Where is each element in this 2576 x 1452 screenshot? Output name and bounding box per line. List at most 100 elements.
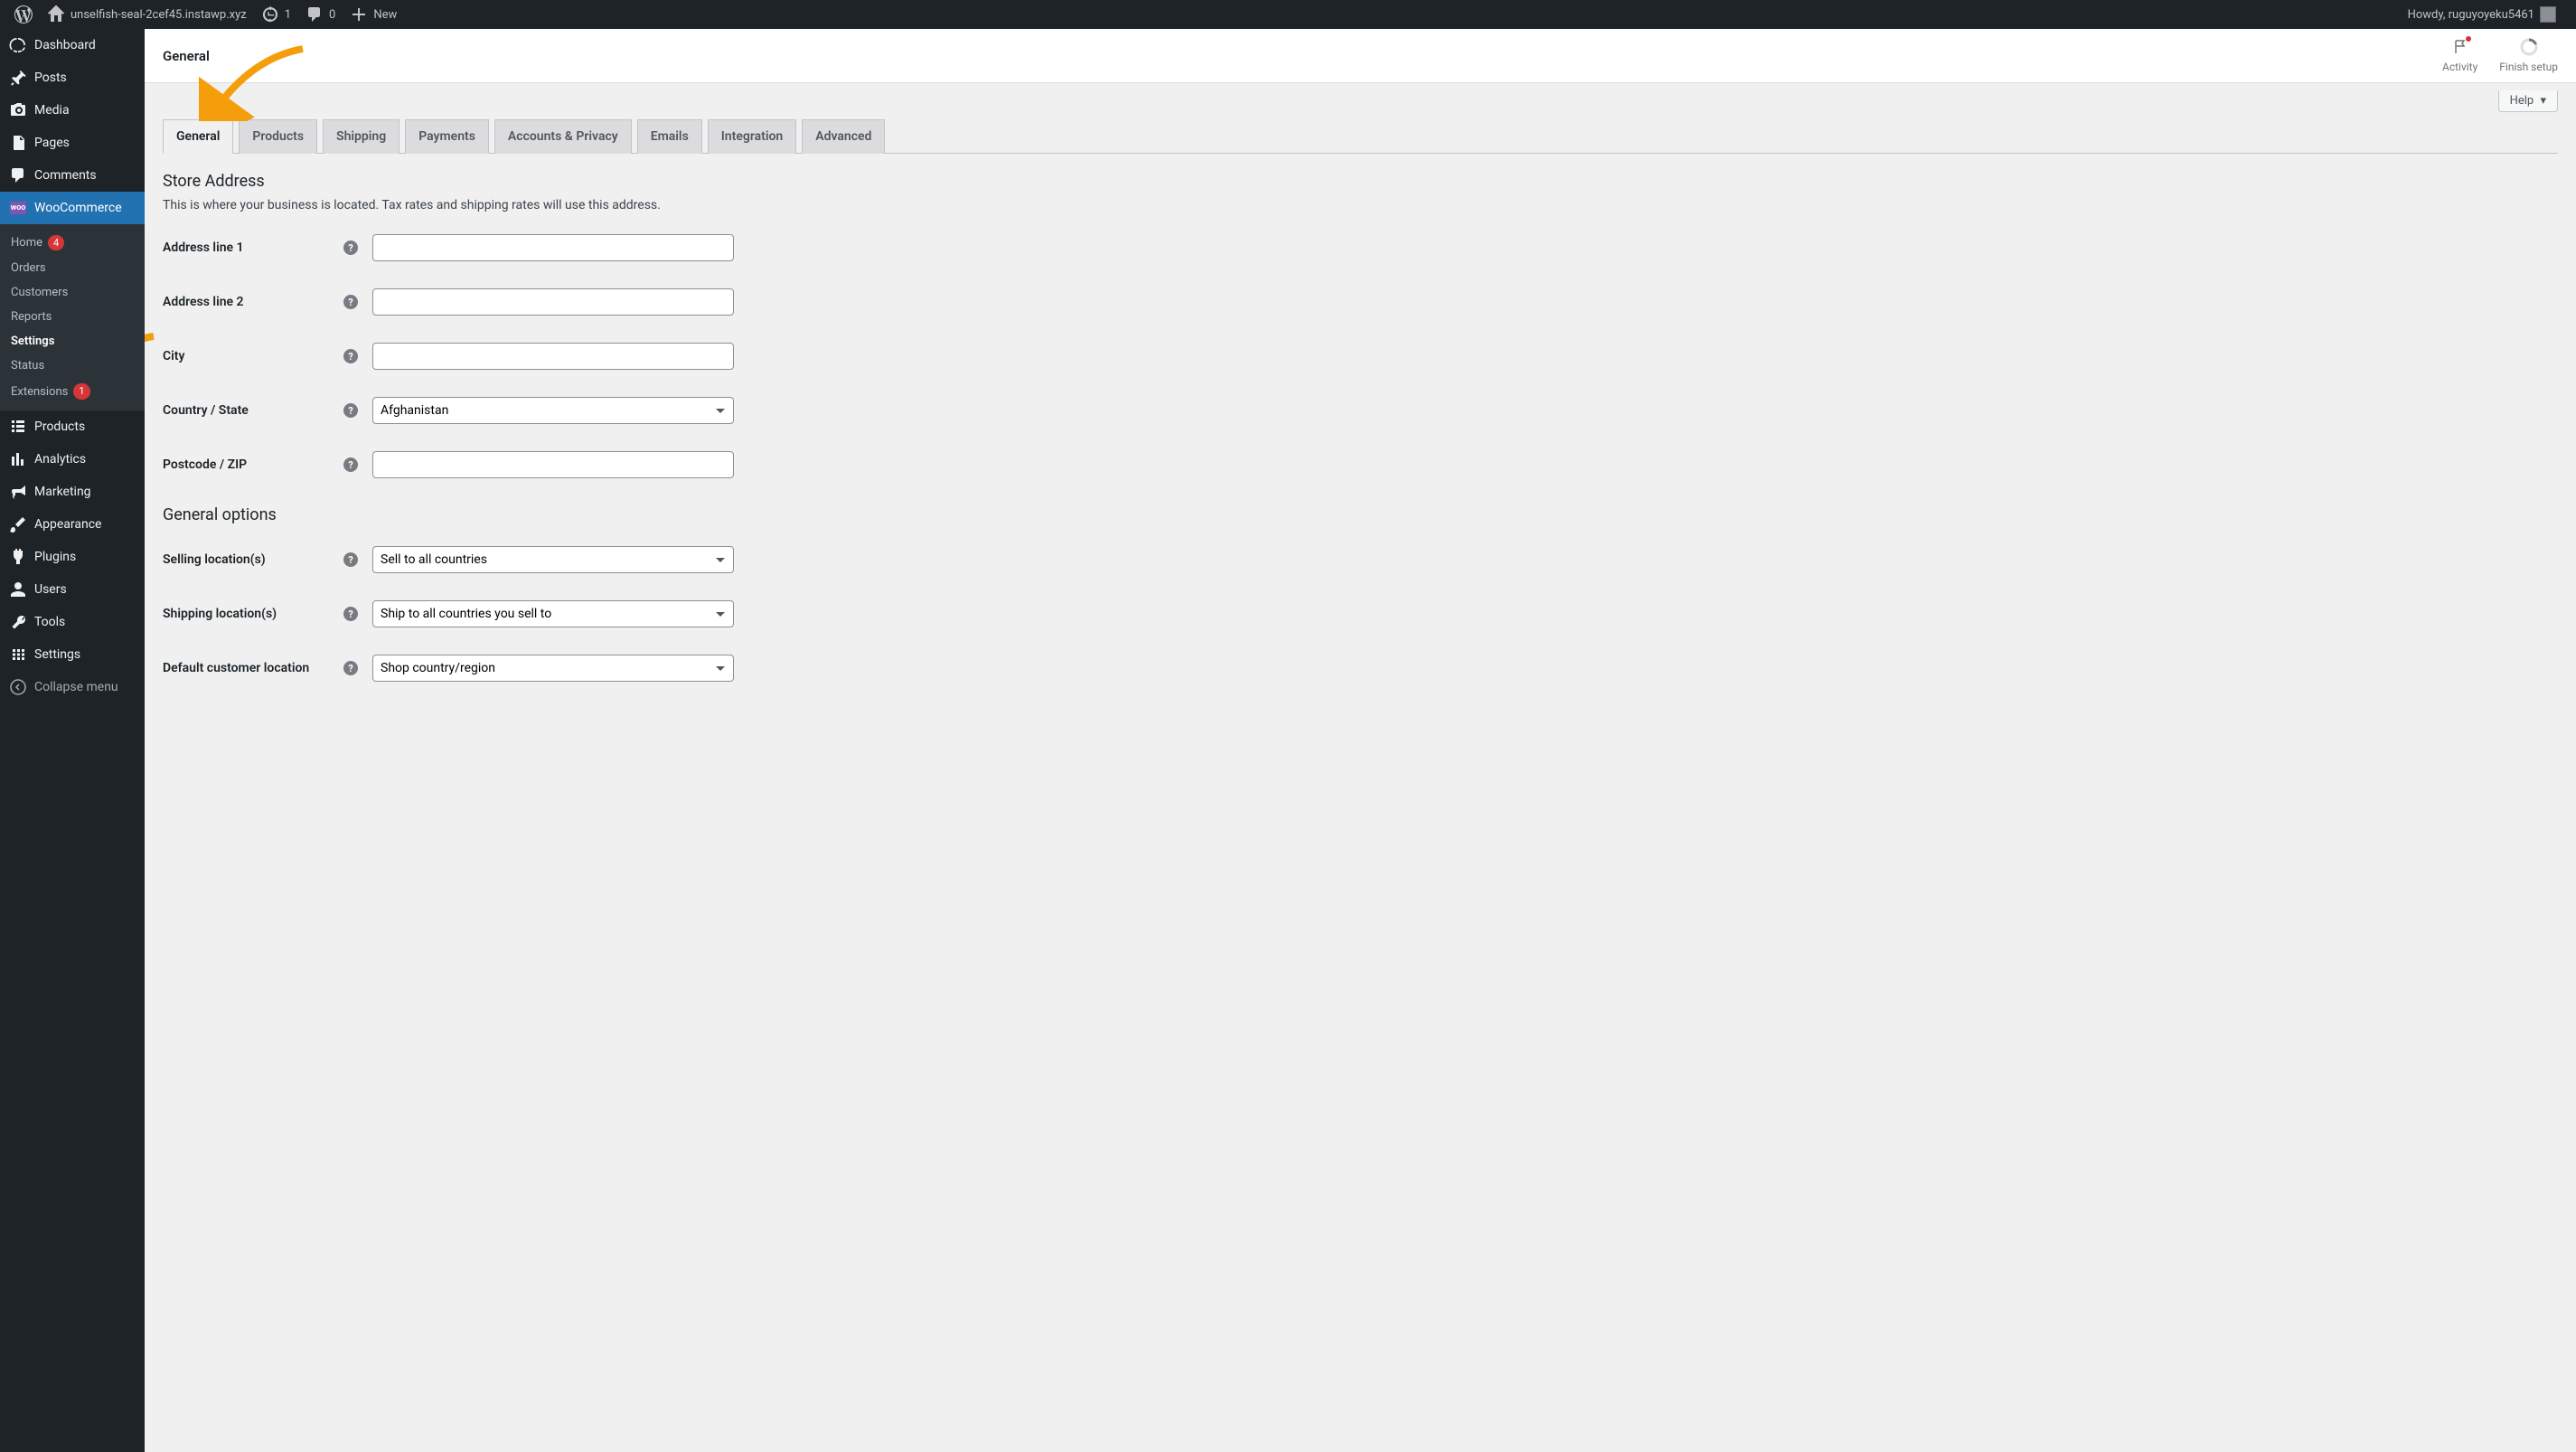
tab-accounts[interactable]: Accounts & Privacy: [494, 119, 632, 154]
pin-icon: [9, 69, 27, 87]
sidebar-item-media[interactable]: Media: [0, 94, 145, 127]
tab-payments[interactable]: Payments: [405, 119, 489, 154]
media-icon: [9, 101, 27, 119]
progress-icon: [2520, 38, 2538, 59]
comments[interactable]: 0: [298, 0, 343, 29]
plus-icon: [350, 5, 368, 24]
tab-general[interactable]: General: [163, 119, 233, 154]
page-icon: [9, 134, 27, 152]
help-icon[interactable]: ?: [343, 403, 358, 418]
help-icon[interactable]: ?: [343, 457, 358, 472]
sidebar-item-settings[interactable]: Settings: [0, 638, 145, 671]
sidebar-label: Analytics: [34, 452, 86, 467]
avatar: [2540, 6, 2556, 23]
sidebar-item-appearance[interactable]: Appearance: [0, 508, 145, 541]
sidebar-item-pages[interactable]: Pages: [0, 127, 145, 159]
badge: 1: [73, 383, 89, 399]
label-selling-locations: Selling location(s): [163, 552, 343, 567]
sidebar-item-marketing[interactable]: Marketing: [0, 476, 145, 508]
tab-integration[interactable]: Integration: [708, 119, 796, 154]
select-shipping-locations[interactable]: Ship to all countries you sell to: [372, 600, 734, 627]
help-icon[interactable]: ?: [343, 349, 358, 363]
sidebar-item-tools[interactable]: Tools: [0, 606, 145, 638]
select-default-location[interactable]: Shop country/region: [372, 655, 734, 682]
tab-emails[interactable]: Emails: [637, 119, 702, 154]
select-wrapper-country: Afghanistan: [372, 397, 734, 424]
finish-setup-button[interactable]: Finish setup: [2499, 38, 2558, 73]
help-tab[interactable]: Help ▾: [2498, 90, 2558, 112]
select-wrapper-default: Shop country/region: [372, 655, 734, 682]
submenu-label: Settings: [11, 335, 54, 348]
sidebar-label: Pages: [34, 136, 70, 150]
user-menu[interactable]: Howdy, ruguyoyeku5461: [2401, 0, 2563, 29]
row-country: Country / State ? Afghanistan: [163, 397, 2558, 424]
submenu-label: Status: [11, 359, 44, 372]
submenu-reports[interactable]: Reports: [0, 305, 145, 329]
brush-icon: [9, 515, 27, 533]
sidebar-label: WooCommerce: [34, 201, 122, 215]
input-address2[interactable]: [372, 288, 734, 316]
help-icon[interactable]: ?: [343, 661, 358, 675]
submenu-label: Home: [11, 236, 42, 250]
row-postcode: Postcode / ZIP ?: [163, 451, 2558, 478]
help-icon[interactable]: ?: [343, 240, 358, 255]
sidebar-item-analytics[interactable]: Analytics: [0, 443, 145, 476]
analytics-icon: [9, 450, 27, 468]
flag-icon: [2451, 38, 2469, 59]
site-name[interactable]: unselfish-seal-2cef45.instawp.xyz: [40, 0, 254, 29]
sidebar-item-users[interactable]: Users: [0, 573, 145, 606]
input-city[interactable]: [372, 343, 734, 370]
sidebar-label: Comments: [34, 168, 97, 183]
tab-advanced[interactable]: Advanced: [802, 119, 885, 154]
help-icon[interactable]: ?: [343, 607, 358, 621]
row-address1: Address line 1 ?: [163, 234, 2558, 261]
submenu-customers[interactable]: Customers: [0, 280, 145, 305]
sidebar-item-collapse[interactable]: Collapse menu: [0, 671, 145, 703]
wp-logo[interactable]: [7, 0, 40, 29]
sidebar-label: Media: [34, 103, 70, 118]
help-icon[interactable]: ?: [343, 295, 358, 309]
submenu-settings[interactable]: Settings: [0, 329, 145, 354]
input-address1[interactable]: [372, 234, 734, 261]
activity-label: Activity: [2442, 61, 2477, 73]
select-country[interactable]: Afghanistan: [372, 397, 734, 424]
submenu-home[interactable]: Home 4: [0, 230, 145, 256]
update-icon: [261, 5, 279, 24]
sidebar-item-woocommerce[interactable]: woo WooCommerce: [0, 192, 145, 224]
finish-setup-label: Finish setup: [2499, 61, 2558, 73]
badge: 4: [48, 235, 64, 250]
submenu-extensions[interactable]: Extensions 1: [0, 378, 145, 404]
sidebar-item-plugins[interactable]: Plugins: [0, 541, 145, 573]
submenu-status[interactable]: Status: [0, 354, 145, 378]
comment-icon: [306, 5, 324, 24]
admin-bar-left: unselfish-seal-2cef45.instawp.xyz 1 0 Ne…: [7, 0, 404, 29]
new-content[interactable]: New: [343, 0, 404, 29]
row-default-location: Default customer location ? Shop country…: [163, 655, 2558, 682]
updates[interactable]: 1: [254, 0, 298, 29]
sidebar-item-comments[interactable]: Comments: [0, 159, 145, 192]
sidebar-label: Tools: [34, 615, 65, 629]
admin-sidebar: Dashboard Posts Media Pages Comments woo…: [0, 29, 145, 1452]
update-count: 1: [285, 8, 291, 22]
help-icon[interactable]: ?: [343, 552, 358, 567]
main-content: General Activity Finish setup: [145, 29, 2576, 1452]
comment-count: 0: [329, 8, 335, 22]
sidebar-label: Settings: [34, 647, 80, 662]
submenu-orders[interactable]: Orders: [0, 256, 145, 280]
page-title: General: [163, 48, 210, 64]
help-label: Help: [2510, 94, 2534, 108]
tab-shipping[interactable]: Shipping: [323, 119, 400, 154]
megaphone-icon: [9, 483, 27, 501]
sidebar-item-products[interactable]: Products: [0, 410, 145, 443]
submenu-label: Customers: [11, 286, 68, 299]
select-selling-locations[interactable]: Sell to all countries: [372, 546, 734, 573]
admin-bar: unselfish-seal-2cef45.instawp.xyz 1 0 Ne…: [0, 0, 2576, 29]
home-icon: [47, 5, 65, 24]
submenu-label: Extensions: [11, 385, 68, 399]
tab-products[interactable]: Products: [239, 119, 317, 154]
sidebar-item-posts[interactable]: Posts: [0, 61, 145, 94]
input-postcode[interactable]: [372, 451, 734, 478]
activity-button[interactable]: Activity: [2442, 38, 2477, 73]
sidebar-item-dashboard[interactable]: Dashboard: [0, 29, 145, 61]
row-selling-locations: Selling location(s) ? Sell to all countr…: [163, 546, 2558, 573]
